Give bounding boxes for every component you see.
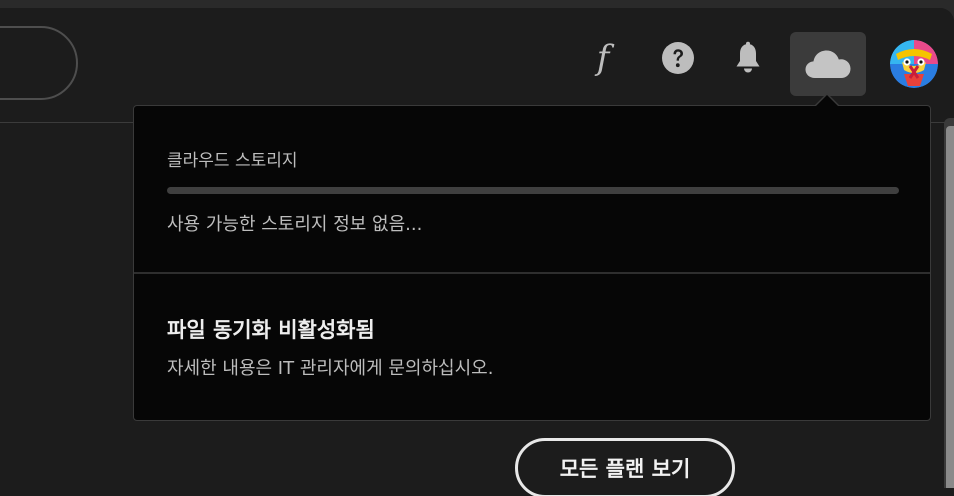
popover-divider [134,272,930,274]
bell-icon-svg [736,41,760,73]
function-glyph: f [596,38,610,78]
avatar[interactable] [890,40,938,88]
storage-title: 클라우드 스토리지 [167,151,298,171]
avatar-image [890,40,938,88]
view-all-plans-button[interactable]: 모든 플랜 보기 [515,438,735,496]
search-field[interactable] [0,26,78,100]
scrollbar-thumb[interactable] [946,126,954,488]
storage-usage-bar [167,187,899,194]
help-icon-svg [662,42,694,74]
sync-disabled-description: 자세한 내용은 IT 관리자에게 문의하십시오. [167,358,494,379]
cloud-storage-button[interactable] [790,32,866,96]
sync-disabled-title: 파일 동기화 비활성화됨 [167,318,375,342]
view-all-plans-label: 모든 플랜 보기 [559,457,691,481]
help-icon[interactable] [658,38,698,78]
function-icon[interactable]: f [583,38,623,78]
storage-status-text: 사용 가능한 스토리지 정보 없음... [167,214,423,235]
popover-caret-inner [815,95,839,107]
bell-icon[interactable] [728,38,768,78]
cloud-storage-popover: 클라우드 스토리지 사용 가능한 스토리지 정보 없음... 파일 동기화 비활… [133,105,931,421]
cloud-icon [805,50,851,78]
